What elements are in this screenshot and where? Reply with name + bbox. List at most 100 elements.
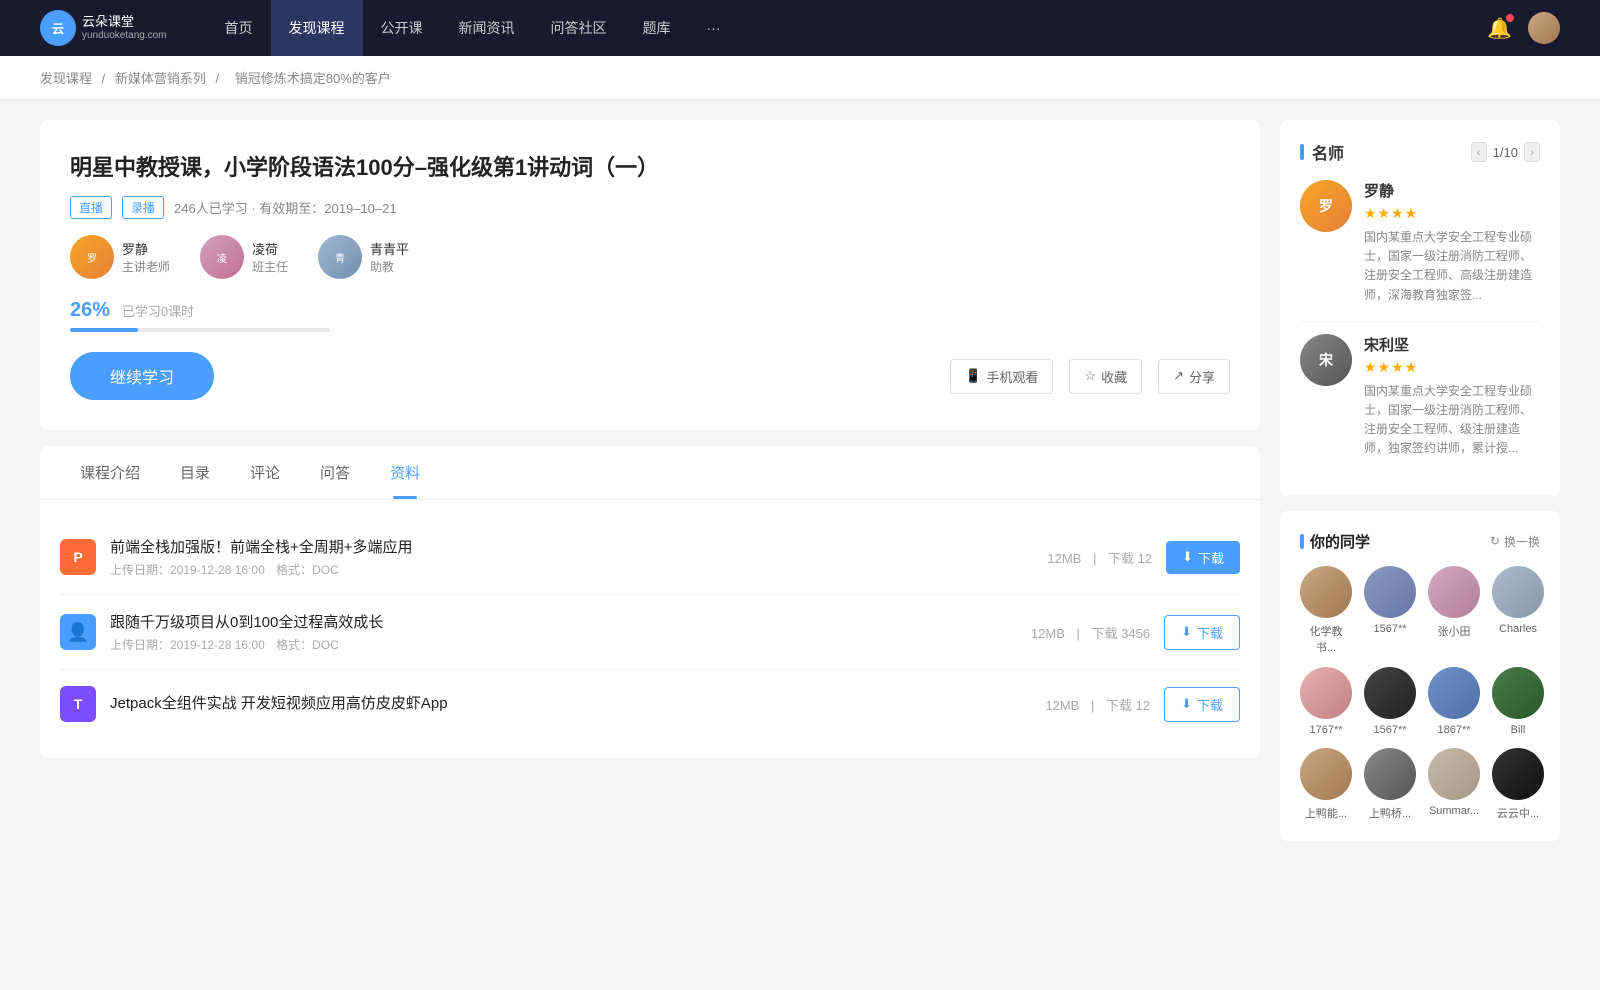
bell-icon[interactable]: 🔔 bbox=[1487, 16, 1512, 41]
classmate-item-r1: 上鸭能... bbox=[1300, 748, 1352, 821]
tab-review[interactable]: 评论 bbox=[230, 446, 300, 499]
download-button-1[interactable]: ⬇ 下载 bbox=[1166, 541, 1240, 574]
teacher-role-qingqingping: 助教 bbox=[370, 258, 409, 275]
classmate-name-bill: Bill bbox=[1511, 724, 1526, 736]
progress-section: 26% 已学习0课时 bbox=[70, 299, 1230, 332]
nav-item-discover[interactable]: 发现课程 bbox=[271, 0, 363, 56]
teacher-name-qingqingping: 青青平 bbox=[370, 239, 409, 258]
tabs-bar: 课程介绍 目录 评论 问答 资料 bbox=[40, 446, 1260, 500]
resource-title-3: Jetpack全组件实战 开发短视频应用高仿皮皮虾App bbox=[110, 692, 1031, 713]
classmate-avatar-zhangxiaotian bbox=[1428, 566, 1480, 618]
classmate-avatar-r3 bbox=[1428, 748, 1480, 800]
main-content: 明星中教授课，小学阶段语法100分–强化级第1讲动词（一） 直播 录播 246人… bbox=[0, 100, 1600, 877]
nav-item-public[interactable]: 公开课 bbox=[363, 0, 441, 56]
teachers-page: 1/10 bbox=[1493, 145, 1518, 160]
teacher-stars-luojing: ★★★★ bbox=[1364, 205, 1540, 222]
classmate-item-zhangxiaotian: 张小田 bbox=[1428, 566, 1480, 655]
share-icon: ↗ bbox=[1173, 368, 1184, 384]
logo[interactable]: 云 云朵课堂 yunduoketang.com bbox=[40, 10, 167, 46]
resource-stats-1: 12MB | 下载 12 bbox=[1047, 548, 1152, 567]
resource-item-1: P 前端全栈加强版！前端全栈+全周期+多端应用 上传日期：2019-12-28 … bbox=[60, 520, 1240, 595]
nav-right: 🔔 bbox=[1487, 12, 1560, 44]
tab-resources[interactable]: 资料 bbox=[370, 446, 440, 499]
classmates-header: 你的同学 ↻ 换一换 bbox=[1300, 531, 1540, 552]
resource-stats-2: 12MB | 下载 3456 bbox=[1031, 623, 1150, 642]
nav-item-more[interactable]: ··· bbox=[689, 0, 739, 56]
course-meta: 直播 录播 246人已学习 · 有效期至：2019–10–21 bbox=[70, 196, 1230, 219]
classmate-avatar-r1 bbox=[1300, 748, 1352, 800]
nav-item-news[interactable]: 新闻资讯 bbox=[441, 0, 533, 56]
classmates-title: 你的同学 bbox=[1300, 531, 1370, 552]
classmate-avatar-1867 bbox=[1428, 667, 1480, 719]
resource-info-1: 前端全栈加强版！前端全栈+全周期+多端应用 上传日期：2019-12-28 16… bbox=[110, 536, 1033, 578]
teacher-card-songlijian: 宋 宋利坚 ★★★★ 国内某重点大学安全工程专业硕士，国家一级注册消防工程师、注… bbox=[1300, 334, 1540, 459]
left-panel: 明星中教授课，小学阶段语法100分–强化级第1讲动词（一） 直播 录播 246人… bbox=[40, 120, 1260, 857]
classmate-name-r3: Summar... bbox=[1429, 805, 1479, 817]
classmate-name-1567b: 1567** bbox=[1373, 724, 1406, 736]
download-button-3[interactable]: ⬇ 下载 bbox=[1164, 687, 1240, 722]
download-icon-2: ⬇ bbox=[1181, 624, 1192, 640]
teacher-role-linhe: 班主任 bbox=[252, 258, 288, 275]
progress-percent: 26% bbox=[70, 299, 110, 321]
classmate-avatar-1567a bbox=[1364, 566, 1416, 618]
classmate-name-1867: 1867** bbox=[1437, 724, 1470, 736]
breadcrumb-series[interactable]: 新媒体营销系列 bbox=[115, 71, 206, 86]
resource-title-1: 前端全栈加强版！前端全栈+全周期+多端应用 bbox=[110, 536, 1033, 557]
breadcrumb-discover[interactable]: 发现课程 bbox=[40, 71, 92, 86]
teachers-next-button[interactable]: › bbox=[1524, 142, 1540, 162]
resource-icon-1: P bbox=[60, 539, 96, 575]
refresh-classmates-button[interactable]: ↻ 换一换 bbox=[1490, 533, 1540, 550]
breadcrumb: 发现课程 / 新媒体营销系列 / 销冠修炼术搞定80%的客户 bbox=[0, 56, 1600, 100]
course-actions: 继续学习 📱 手机观看 ☆ 收藏 ↗ 分享 bbox=[70, 352, 1230, 400]
progress-bar-bg bbox=[70, 328, 330, 332]
course-meta-text: 246人已学习 · 有效期至：2019–10–21 bbox=[174, 198, 397, 217]
phone-icon: 📱 bbox=[965, 368, 981, 384]
resource-icon-3: T bbox=[60, 686, 96, 722]
classmate-item-1867: 1867** bbox=[1428, 667, 1480, 736]
nav-item-quiz[interactable]: 题库 bbox=[625, 0, 689, 56]
share-button[interactable]: ↗ 分享 bbox=[1158, 359, 1230, 394]
download-icon-3: ⬇ bbox=[1181, 696, 1192, 712]
classmate-avatar-1767 bbox=[1300, 667, 1352, 719]
resource-title-2: 跟随千万级项目从0到100全过程高效成长 bbox=[110, 611, 1017, 632]
resource-item-3: T Jetpack全组件实战 开发短视频应用高仿皮皮虾App 12MB | 下载… bbox=[60, 670, 1240, 738]
teacher-card-info-songlijian: 宋利坚 ★★★★ 国内某重点大学安全工程专业硕士，国家一级注册消防工程师、注册安… bbox=[1364, 334, 1540, 459]
resource-item-2: 👤 跟随千万级项目从0到100全过程高效成长 上传日期：2019-12-28 1… bbox=[60, 595, 1240, 670]
star-icon: ☆ bbox=[1084, 368, 1096, 384]
continue-study-button[interactable]: 继续学习 bbox=[70, 352, 214, 400]
teacher-divider bbox=[1300, 321, 1540, 322]
teacher-avatar-qingqingping: 青 bbox=[318, 235, 362, 279]
collect-button[interactable]: ☆ 收藏 bbox=[1069, 359, 1142, 394]
teacher-card-info-luojing: 罗静 ★★★★ 国内某重点大学安全工程专业硕士，国家一级注册消防工程师、注册安全… bbox=[1364, 180, 1540, 305]
classmate-name-charles: Charles bbox=[1499, 623, 1537, 635]
tab-catalog[interactable]: 目录 bbox=[160, 446, 230, 499]
classmates-panel: 你的同学 ↻ 换一换 化学教书... 1567** 张小田 bbox=[1280, 511, 1560, 841]
resource-info-2: 跟随千万级项目从0到100全过程高效成长 上传日期：2019-12-28 16:… bbox=[110, 611, 1017, 653]
tab-qa[interactable]: 问答 bbox=[300, 446, 370, 499]
classmate-item-charles: Charles bbox=[1492, 566, 1544, 655]
classmate-name-1767: 1767** bbox=[1309, 724, 1342, 736]
teacher-qingqingping: 青 青青平 助教 bbox=[318, 235, 409, 279]
classmate-name-huaxue: 化学教书... bbox=[1300, 623, 1352, 655]
tabs-section: 课程介绍 目录 评论 问答 资料 P 前端全栈加强版！前端全栈+全周期+多端应用… bbox=[40, 446, 1260, 758]
classmate-item-r2: 上鸭桥... bbox=[1364, 748, 1416, 821]
teacher-name-linhe: 凌荷 bbox=[252, 239, 288, 258]
resource-info-3: Jetpack全组件实战 开发短视频应用高仿皮皮虾App bbox=[110, 692, 1031, 717]
teacher-info-luojing: 罗静 主讲老师 bbox=[122, 239, 170, 275]
classmate-avatar-charles bbox=[1492, 566, 1544, 618]
teachers-prev-button[interactable]: ‹ bbox=[1471, 142, 1487, 162]
tab-intro[interactable]: 课程介绍 bbox=[60, 446, 160, 499]
progress-sub: 已学习0课时 bbox=[122, 301, 194, 320]
classmates-grid: 化学教书... 1567** 张小田 Charles 1767** bbox=[1300, 566, 1540, 821]
nav-item-home[interactable]: 首页 bbox=[207, 0, 271, 56]
teacher-card-desc-songlijian: 国内某重点大学安全工程专业硕士，国家一级注册消防工程师、注册安全工程师、级注册建… bbox=[1364, 382, 1540, 459]
refresh-icon: ↻ bbox=[1490, 534, 1500, 548]
download-button-2[interactable]: ⬇ 下载 bbox=[1164, 615, 1240, 650]
breadcrumb-current: 销冠修炼术搞定80%的客户 bbox=[235, 71, 391, 86]
logo-icon: 云 bbox=[40, 10, 76, 46]
progress-bar-fill bbox=[70, 328, 138, 332]
nav-item-qa[interactable]: 问答社区 bbox=[533, 0, 625, 56]
nav-avatar[interactable] bbox=[1528, 12, 1560, 44]
phone-watch-button[interactable]: 📱 手机观看 bbox=[950, 359, 1053, 394]
teacher-role-luojing: 主讲老师 bbox=[122, 258, 170, 275]
